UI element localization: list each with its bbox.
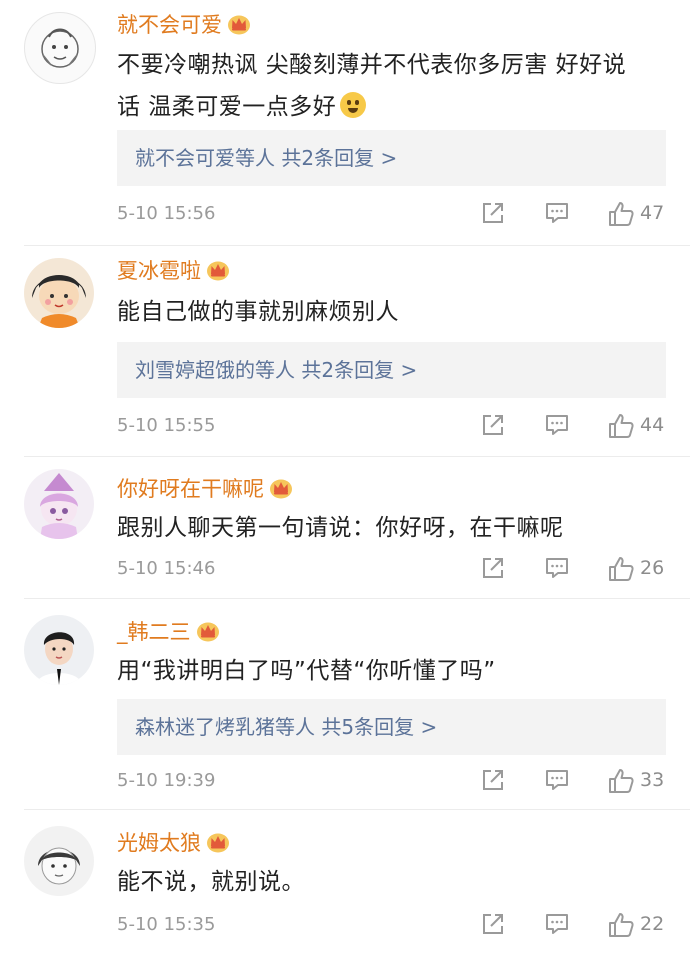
cartoon-girl-avatar[interactable]	[24, 258, 94, 328]
comment-actions: 33	[480, 767, 680, 793]
timestamp: 5-10 15:35	[117, 914, 216, 935]
like-count: 33	[640, 769, 665, 791]
timestamp: 5-10 15:46	[117, 558, 216, 579]
comment-text: 跟别人聊天第一句请说：你好呀，在干嘛呢	[117, 507, 662, 549]
comment-item: 你好呀在干嘛呢 跟别人聊天第一句请说：你好呀，在干嘛呢 5-10 15:46 2…	[0, 457, 690, 598]
comment-icon[interactable]	[544, 555, 570, 581]
replies-link[interactable]: 森林迷了烤乳猪等人 共5条回复 >	[117, 699, 666, 755]
comment-icon[interactable]	[544, 767, 570, 793]
timestamp: 5-10 15:55	[117, 415, 216, 436]
timestamp: 5-10 19:39	[117, 770, 216, 791]
comment-actions: 44	[480, 412, 680, 438]
comment-item: 夏冰雹啦 能自己做的事就别麻烦别人 刘雪婷超饿的等人 共2条回复 > 5-10 …	[0, 246, 690, 456]
username[interactable]: 夏冰雹啦	[117, 258, 230, 284]
timestamp: 5-10 15:56	[117, 203, 216, 224]
username-label[interactable]: 你好呀在干嘛呢	[117, 477, 264, 501]
username-label[interactable]: 夏冰雹啦	[117, 259, 201, 283]
vip-crown-badge-icon	[196, 620, 220, 642]
like-count: 47	[640, 202, 665, 224]
username[interactable]: 就不会可爱	[117, 12, 251, 38]
comment-text: 用“我讲明白了吗”代替“你听懂了吗”	[117, 650, 662, 692]
vip-crown-badge-icon	[206, 831, 230, 853]
username[interactable]: _韩二三	[117, 619, 220, 645]
like-icon[interactable]	[607, 911, 635, 937]
comment-actions: 47	[480, 200, 680, 226]
comment-text: 能自己做的事就别麻烦别人	[117, 291, 662, 333]
doodle-face-avatar[interactable]	[24, 12, 96, 84]
comment-icon[interactable]	[544, 412, 570, 438]
share-icon[interactable]	[480, 767, 506, 793]
like-icon[interactable]	[607, 412, 635, 438]
comment-icon[interactable]	[544, 911, 570, 937]
like-count: 44	[640, 414, 665, 436]
comment-icon[interactable]	[544, 200, 570, 226]
username[interactable]: 光姆太狼	[117, 830, 230, 856]
comment-text: 不要冷嘲热讽 尖酸刻薄并不代表你多厉害 好好说 话 温柔可爱一点多好	[117, 44, 662, 128]
comment-text: 能不说，就别说。	[117, 861, 662, 903]
crying-laughing-emoji-icon	[340, 92, 367, 118]
anime-character-avatar[interactable]	[24, 469, 94, 539]
like-count: 26	[640, 557, 665, 579]
share-icon[interactable]	[480, 555, 506, 581]
comment-item: 光姆太狼 能不说，就别说。 5-10 15:35 22	[0, 810, 690, 960]
comment-text-line: 话 温柔可爱一点多好	[117, 94, 337, 120]
comment-item: _韩二三 用“我讲明白了吗”代替“你听懂了吗” 森林迷了烤乳猪等人 共5条回复 …	[0, 599, 690, 809]
comment-text-line: 能自己做的事就别麻烦别人	[117, 299, 399, 325]
username-label[interactable]: 就不会可爱	[117, 13, 222, 37]
replies-link[interactable]: 就不会可爱等人 共2条回复 >	[117, 130, 666, 186]
comment-text-line: 用“我讲明白了吗”代替“你听懂了吗”	[117, 658, 496, 684]
comment-text-line: 不要冷嘲热讽 尖酸刻薄并不代表你多厉害 好好说	[117, 52, 627, 78]
share-icon[interactable]	[480, 412, 506, 438]
vip-crown-badge-icon	[227, 13, 251, 35]
like-icon[interactable]	[607, 555, 635, 581]
vip-crown-badge-icon	[206, 259, 230, 281]
username-label[interactable]: 光姆太狼	[117, 831, 201, 855]
username[interactable]: 你好呀在干嘛呢	[117, 476, 293, 502]
like-icon[interactable]	[607, 767, 635, 793]
comment-actions: 22	[480, 911, 680, 937]
like-count: 22	[640, 913, 665, 935]
comment-actions: 26	[480, 555, 680, 581]
comment-text-line: 跟别人聊天第一句请说：你好呀，在干嘛呢	[117, 515, 564, 541]
share-icon[interactable]	[480, 200, 506, 226]
vip-crown-badge-icon	[269, 477, 293, 499]
replies-link[interactable]: 刘雪婷超饿的等人 共2条回复 >	[117, 342, 666, 398]
share-icon[interactable]	[480, 911, 506, 937]
username-label[interactable]: _韩二三	[117, 620, 191, 644]
comment-item: 就不会可爱 不要冷嘲热讽 尖酸刻薄并不代表你多厉害 好好说 话 温柔可爱一点多好…	[0, 0, 690, 245]
person-photo-avatar[interactable]	[24, 615, 94, 685]
like-icon[interactable]	[607, 200, 635, 226]
comment-text-line: 能不说，就别说。	[117, 869, 305, 895]
sketch-avatar[interactable]	[24, 826, 94, 896]
